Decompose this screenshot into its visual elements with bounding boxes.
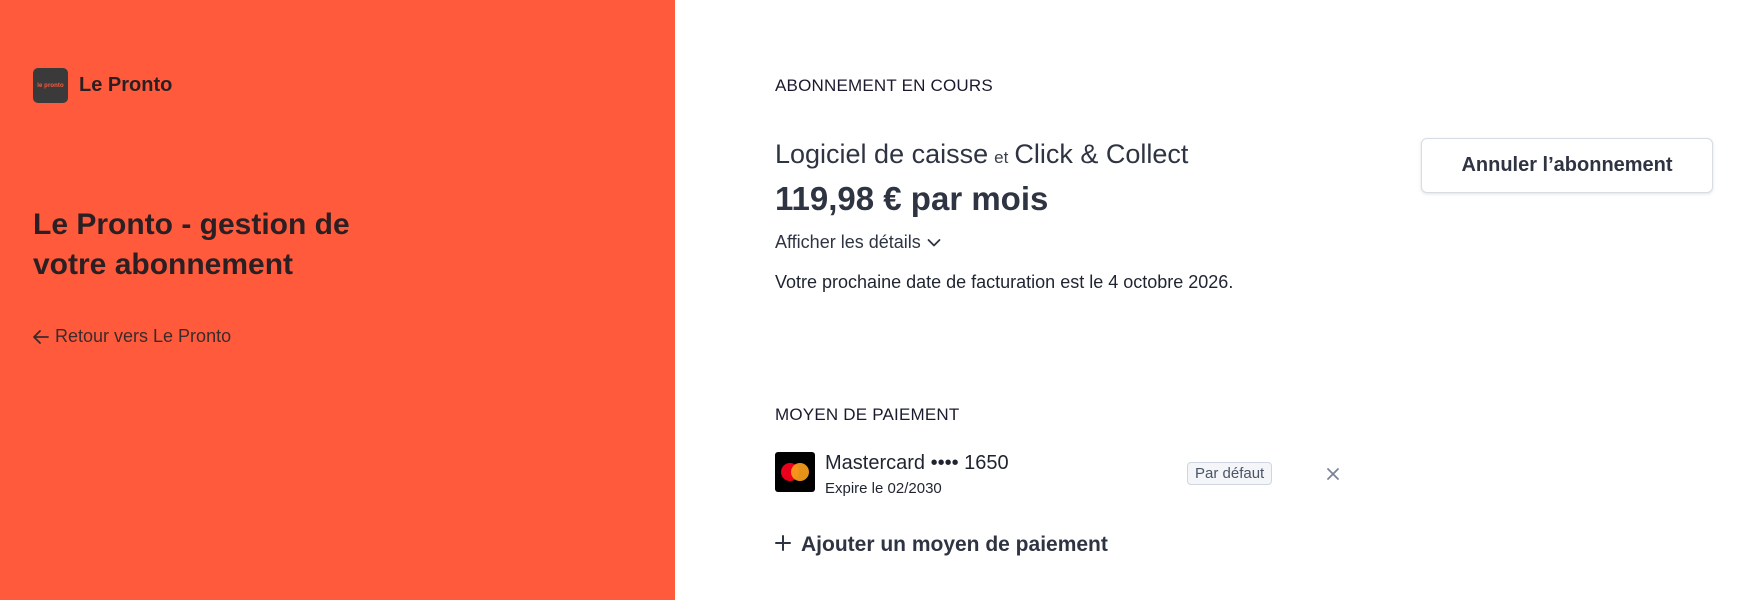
remove-payment-method-icon[interactable]	[1323, 464, 1343, 484]
plus-icon	[775, 533, 791, 557]
add-payment-method-button[interactable]: Ajouter un moyen de paiement	[775, 533, 1108, 557]
payment-method-row: Mastercard •••• 1650 Expire le 02/2030 P…	[775, 452, 1345, 497]
brand-logo-text: le pronto	[37, 82, 64, 89]
plan-price: 119,98 € par mois	[775, 180, 1049, 217]
add-payment-method-label: Ajouter un moyen de paiement	[801, 533, 1108, 556]
back-link[interactable]: Retour vers Le Pronto	[33, 326, 231, 347]
brand-logo: le pronto	[33, 68, 68, 103]
mastercard-icon	[775, 452, 815, 492]
brand-header[interactable]: le pronto Le Pronto	[33, 68, 172, 103]
card-name: Mastercard •••• 1650	[825, 452, 1009, 474]
brand-name: Le Pronto	[79, 74, 173, 96]
cancel-subscription-button[interactable]: Annuler l’abonnement	[1421, 138, 1713, 193]
card-expiry: Expire le 02/2030	[825, 480, 942, 497]
plan-secondary: Click & Collect	[1014, 139, 1189, 169]
back-link-label: Retour vers Le Pronto	[55, 326, 232, 346]
next-billing-date: Votre prochaine date de facturation est …	[775, 272, 1234, 292]
show-details-toggle[interactable]: Afficher les détails	[775, 232, 941, 253]
default-badge: Par défaut	[1187, 462, 1273, 485]
billing-portal: le pronto Le Pronto Le Pronto - gestion …	[0, 0, 1760, 600]
brand-panel: le pronto Le Pronto Le Pronto - gestion …	[0, 0, 675, 600]
current-subscription-heading: ABONNEMENT EN COURS	[775, 76, 993, 95]
show-details-label: Afficher les détails	[775, 232, 921, 252]
payment-method-heading: MOYEN DE PAIEMENT	[775, 405, 960, 424]
chevron-down-icon	[927, 232, 941, 253]
page-title: Le Pronto - gestion de votre abonnement	[33, 208, 350, 281]
plan-name: Logiciel de caisse et Click & Collect	[775, 139, 1188, 170]
arrow-left-icon	[33, 329, 49, 344]
main-panel: ABONNEMENT EN COURS Logiciel de caisse et…	[675, 0, 1760, 600]
plan-primary: Logiciel de caisse	[775, 139, 989, 169]
plan-separator: et	[994, 148, 1009, 167]
